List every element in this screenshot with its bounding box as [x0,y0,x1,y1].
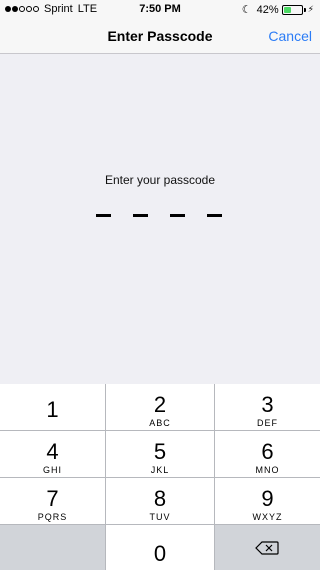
key-digit: 0 [153,541,167,566]
charging-bolt-icon: ⚡ [307,4,314,14]
nav-bar: Enter Passcode Cancel [0,20,320,54]
key-letters: WXYZ [252,512,283,522]
key-0[interactable]: 0 [106,525,214,570]
key-letters: PQRS [37,512,68,522]
key-digit: 5 [153,439,167,464]
key-letters: GHI [42,465,62,475]
key-5[interactable]: 5 JKL [106,431,214,477]
key-digit: 7 [46,486,59,511]
moon-icon: ☾ [241,4,252,16]
key-letters: TUV [149,512,171,522]
passcode-slot [96,214,111,217]
battery-icon [281,4,303,15]
key-digit: 6 [261,439,274,464]
key-3[interactable]: 3 DEF [215,384,320,430]
key-digit: 1 [46,397,59,422]
status-bar: Sprint LTE 7:50 PM ☾ 42% ⚡ [0,0,320,20]
passcode-slot [133,214,148,217]
key-7[interactable]: 7 PQRS [0,478,105,524]
key-digit: 3 [261,392,274,417]
key-letters: JKL [150,465,170,475]
backspace-icon [255,541,279,555]
passcode-prompt: Enter your passcode [104,173,216,187]
key-6[interactable]: 6 MNO [215,431,320,477]
key-digit: 8 [153,486,167,511]
key-digit: 9 [261,486,274,511]
key-digit: 4 [46,439,59,464]
battery-cap [303,7,306,12]
key-letters: DEF [257,418,278,428]
key-digit: 2 [153,392,167,417]
key-9[interactable]: 9 WXYZ [215,478,320,524]
key-letters: MNO [255,465,280,475]
key-1[interactable]: 1 [0,384,105,430]
key-2[interactable]: 2 ABC [106,384,214,430]
battery-fill [283,6,291,13]
key-8[interactable]: 8 TUV [106,478,214,524]
cancel-button[interactable]: Cancel [268,28,312,44]
numeric-keypad: 1 2 ABC 3 DEF 4 GHI 5 JKL 6 MNO 7 PQRS 8… [0,384,320,570]
passcode-slots [96,214,226,218]
battery-percent: 42% [256,3,279,16]
passcode-slot [207,214,222,217]
key-letters: ABC [149,418,171,428]
delete-button[interactable] [215,525,320,570]
keypad-blank [0,525,105,570]
status-right: ☾ 42% ⚡ [241,3,314,17]
key-4[interactable]: 4 GHI [0,431,105,477]
passcode-slot [170,214,185,217]
